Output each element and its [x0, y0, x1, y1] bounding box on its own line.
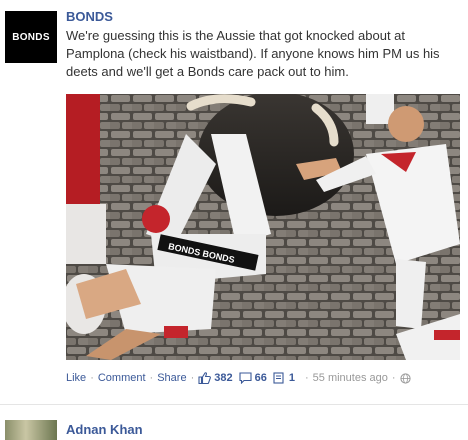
- separator: ·: [90, 372, 94, 384]
- shares-count[interactable]: 1: [289, 372, 295, 384]
- separator: ·: [304, 372, 309, 384]
- separator: ·: [190, 372, 195, 384]
- globe-icon: [399, 372, 411, 384]
- post-photo[interactable]: BONDS BONDS: [66, 94, 460, 360]
- post-photo-image: BONDS BONDS: [66, 94, 460, 360]
- next-post-author-link[interactable]: Adnan Khan: [66, 422, 143, 437]
- comment-bubble-icon[interactable]: [239, 372, 252, 384]
- post-timestamp[interactable]: 55 minutes ago: [313, 372, 388, 384]
- likes-count[interactable]: 382: [214, 372, 232, 384]
- page-avatar[interactable]: BONDS: [5, 11, 57, 63]
- share-icon[interactable]: [273, 372, 286, 384]
- comment-link[interactable]: Comment: [98, 372, 146, 384]
- post-divider: [0, 404, 468, 405]
- like-link[interactable]: Like: [66, 372, 86, 384]
- post-actions-bar: Like · Comment · Share · 382 66 1 · 55 m…: [66, 372, 411, 384]
- separator: ·: [149, 372, 154, 384]
- separator: ·: [391, 372, 396, 384]
- thumbs-up-icon[interactable]: [198, 372, 212, 384]
- share-link[interactable]: Share: [157, 372, 186, 384]
- avatar-logo-text: BONDS: [12, 31, 50, 43]
- comments-count[interactable]: 66: [255, 372, 267, 384]
- post-author-link[interactable]: BONDS: [66, 9, 113, 24]
- post-message: We're guessing this is the Aussie that g…: [66, 28, 440, 79]
- next-post-avatar[interactable]: [5, 420, 57, 440]
